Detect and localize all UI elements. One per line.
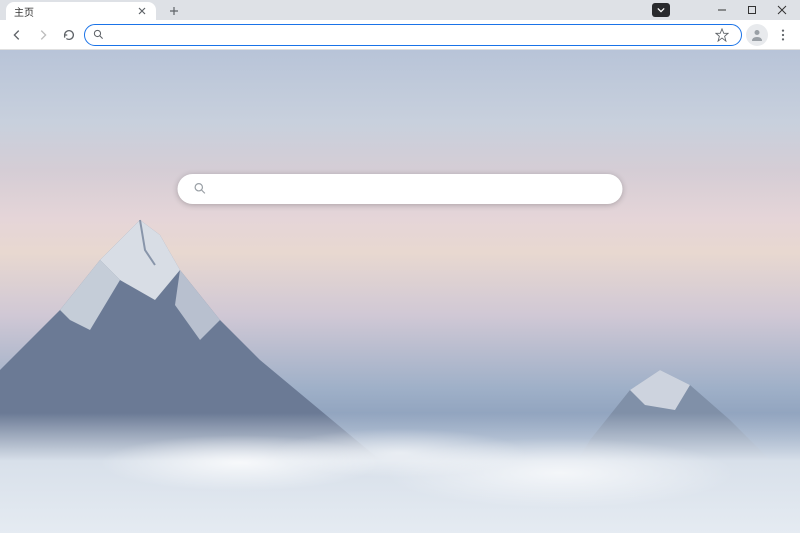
ntp-search-box[interactable]: [178, 174, 623, 204]
address-input[interactable]: [110, 29, 705, 41]
new-tab-page: [0, 50, 800, 533]
maximize-button[interactable]: [746, 4, 758, 16]
tab-active[interactable]: 主页: [6, 2, 156, 20]
minimize-button[interactable]: [716, 4, 728, 16]
search-icon: [194, 180, 207, 199]
background-cloud-layer: [0, 413, 800, 513]
menu-button[interactable]: [772, 24, 794, 46]
profile-button[interactable]: [746, 24, 768, 46]
search-icon: [93, 25, 104, 44]
bookmark-star-icon[interactable]: [711, 24, 733, 46]
tab-search-button[interactable]: [652, 3, 670, 17]
address-bar[interactable]: [84, 24, 742, 46]
back-button[interactable]: [6, 24, 28, 46]
forward-button[interactable]: [32, 24, 54, 46]
tab-strip: 主页: [0, 0, 800, 20]
browser-toolbar: [0, 20, 800, 50]
ntp-search-input[interactable]: [217, 182, 607, 197]
close-window-button[interactable]: [776, 4, 788, 16]
tab-title: 主页: [14, 4, 136, 19]
window-controls: [640, 0, 800, 20]
close-tab-icon[interactable]: [136, 5, 148, 17]
new-tab-button[interactable]: [164, 2, 184, 20]
reload-button[interactable]: [58, 24, 80, 46]
